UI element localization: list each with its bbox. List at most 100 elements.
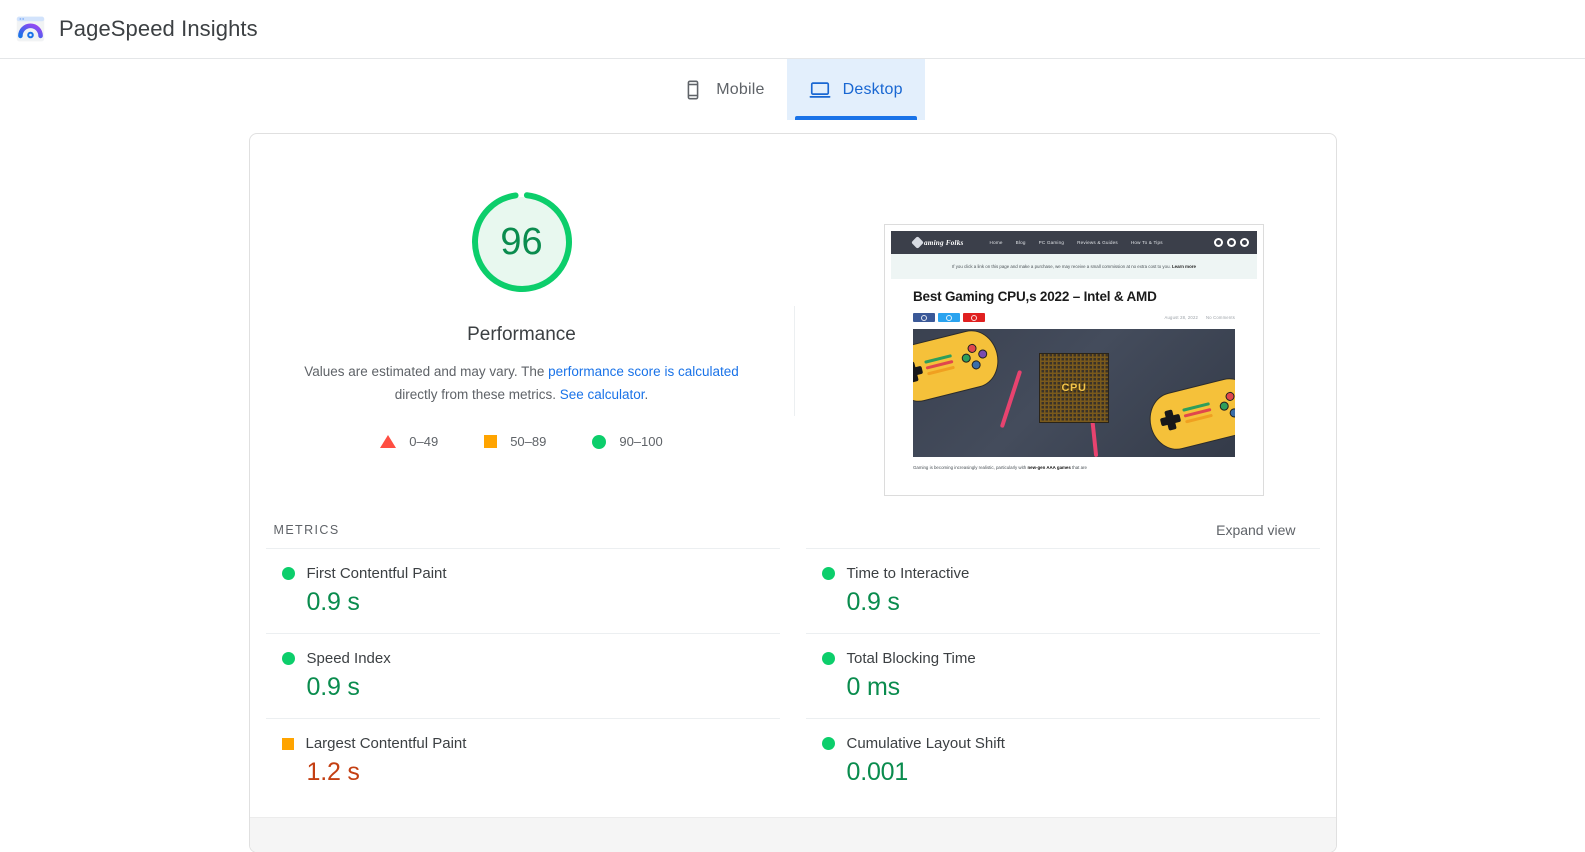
page-screenshot-thumbnail[interactable]: aming Folks Home Blog PC Gaming Reviews … bbox=[884, 224, 1264, 496]
tab-desktop[interactable]: Desktop bbox=[786, 59, 925, 120]
circle-icon bbox=[592, 434, 607, 449]
metric-value: 0.001 bbox=[846, 758, 909, 786]
preview-body-excerpt: Gaming is becoming increasingly realisti… bbox=[891, 457, 1257, 471]
legend-item-poor: 0–49 bbox=[380, 434, 438, 449]
metrics-grid: First Contentful Paint 0.9 s Speed Index… bbox=[250, 548, 1336, 803]
metric-value: 0.9 s bbox=[306, 588, 360, 616]
see-calculator-link[interactable]: See calculator bbox=[560, 387, 645, 402]
preview-site-logo-text: aming Folks bbox=[924, 238, 964, 247]
metric-row[interactable]: First Contentful Paint 0.9 s bbox=[265, 548, 780, 633]
preview-post-meta: August 28, 2022 No Comments bbox=[913, 313, 1235, 322]
strategy-tabs: Mobile Desktop bbox=[0, 59, 1585, 120]
status-circle-icon bbox=[821, 737, 835, 750]
preview-site-nav: aming Folks Home Blog PC Gaming Reviews … bbox=[891, 231, 1257, 254]
preview-affiliate-notice: If you click a link on this page and mak… bbox=[891, 254, 1257, 279]
expand-view-button[interactable]: Expand view bbox=[1216, 522, 1295, 538]
metrics-section-title: METRICS bbox=[273, 523, 340, 537]
facebook-icon bbox=[1214, 238, 1223, 247]
square-icon bbox=[484, 435, 498, 448]
status-circle-icon bbox=[281, 652, 295, 665]
cpu-chip-label: CPU bbox=[1061, 381, 1087, 394]
legend-range-good: 90–100 bbox=[619, 434, 663, 449]
preview-post-comments: No Comments bbox=[1206, 315, 1235, 320]
tab-desktop-label: Desktop bbox=[842, 80, 903, 98]
performance-score: 96 bbox=[500, 220, 543, 263]
youtube-icon bbox=[1240, 238, 1249, 247]
cpu-chip-graphic: CPU bbox=[1039, 352, 1109, 423]
legend-item-good: 90–100 bbox=[592, 434, 663, 449]
preview-affiliate-link: Learn more bbox=[1171, 264, 1196, 269]
preview-hero-image: CPU bbox=[913, 329, 1235, 457]
mobile-phone-icon bbox=[682, 79, 704, 101]
score-description-prefix: Values are estimated and may vary. The bbox=[304, 364, 549, 379]
preview-affiliate-text: If you click a link on this page and mak… bbox=[952, 264, 1171, 269]
preview-nav-link-reviews: Reviews & Guides bbox=[1077, 240, 1118, 245]
status-square-icon bbox=[281, 737, 294, 750]
preview-excerpt-bold: new-gen AAA games bbox=[1027, 465, 1071, 470]
preview-excerpt-lead: Gaming is becoming increasingly realisti… bbox=[913, 465, 1028, 470]
status-circle-icon bbox=[821, 652, 835, 665]
preview-nav-link-home: Home bbox=[989, 240, 1003, 245]
metric-row[interactable]: Largest Contentful Paint 1.2 s bbox=[265, 718, 780, 803]
score-legend: 0–49 50–89 90–100 bbox=[380, 434, 663, 449]
preview-nav-link-how-to: How To & Tips bbox=[1130, 240, 1163, 245]
status-circle-icon bbox=[821, 567, 835, 580]
logo-mark-icon bbox=[911, 236, 924, 249]
preview-headline: Best Gaming CPU,s 2022 – Intel & AMD bbox=[913, 289, 1157, 304]
metric-name: Cumulative Layout Shift bbox=[846, 735, 1005, 752]
preview-share-buttons bbox=[913, 313, 985, 322]
metric-value: 1.2 s bbox=[306, 758, 360, 786]
gamepad-left-icon bbox=[913, 329, 1005, 408]
pagespeed-logo-icon bbox=[14, 13, 47, 46]
metric-name: First Contentful Paint bbox=[306, 565, 447, 582]
metric-row[interactable]: Time to Interactive 0.9 s bbox=[805, 548, 1320, 633]
share-twitter-icon bbox=[938, 313, 960, 322]
metric-name: Speed Index bbox=[306, 650, 391, 667]
twitter-icon bbox=[1227, 238, 1236, 247]
performance-summary: 96 Performance Values are estimated and … bbox=[250, 186, 794, 449]
score-description-suffix: . bbox=[644, 387, 649, 402]
metric-name: Total Blocking Time bbox=[846, 650, 976, 667]
preview-nav-link-pc-gaming: PC Gaming bbox=[1038, 240, 1065, 245]
preview-social-icons bbox=[1214, 238, 1249, 247]
preview-post-date: August 28, 2022 bbox=[1164, 315, 1199, 320]
controller-cord-left bbox=[999, 369, 1023, 429]
app-header: PageSpeed Insights bbox=[0, 0, 1585, 59]
gamepad-right-icon bbox=[1143, 372, 1235, 456]
metric-value: 0.9 s bbox=[846, 588, 900, 616]
score-description-middle: directly from these metrics. bbox=[394, 387, 560, 402]
summary-area: 96 Performance Values are estimated and … bbox=[250, 134, 1336, 496]
share-facebook-icon bbox=[913, 313, 935, 322]
preview-excerpt-tail: that are bbox=[1070, 465, 1087, 470]
score-description: Values are estimated and may vary. The p… bbox=[296, 360, 748, 406]
triangle-icon bbox=[380, 435, 397, 448]
desktop-monitor-icon bbox=[809, 79, 831, 101]
metric-value: 0 ms bbox=[846, 673, 901, 701]
metrics-column-left: First Contentful Paint 0.9 s Speed Index… bbox=[265, 548, 780, 803]
metric-row[interactable]: Speed Index 0.9 s bbox=[265, 633, 780, 718]
preview-site-logo: aming Folks bbox=[911, 236, 964, 249]
performance-gauge: 96 bbox=[466, 186, 578, 298]
preview-nav-links: Home Blog PC Gaming Reviews & Guides How… bbox=[990, 240, 1163, 245]
page-title: PageSpeed Insights bbox=[59, 16, 258, 41]
performance-score-link[interactable]: performance score is calculated bbox=[548, 364, 739, 379]
performance-category-label: Performance bbox=[467, 324, 576, 345]
tab-mobile[interactable]: Mobile bbox=[660, 59, 786, 120]
preview-nav-link-blog: Blog bbox=[1015, 240, 1026, 245]
metric-row[interactable]: Total Blocking Time 0 ms bbox=[805, 633, 1320, 718]
report-card: 96 Performance Values are estimated and … bbox=[248, 133, 1337, 852]
page-screenshot-panel: aming Folks Home Blog PC Gaming Reviews … bbox=[795, 186, 1336, 496]
legend-item-average: 50–89 bbox=[484, 434, 546, 449]
section-divider-strip bbox=[249, 817, 1336, 852]
share-pinterest-icon bbox=[963, 313, 985, 322]
metric-row[interactable]: Cumulative Layout Shift 0.001 bbox=[805, 718, 1320, 803]
metric-name: Time to Interactive bbox=[846, 565, 970, 582]
metric-name: Largest Contentful Paint bbox=[305, 735, 467, 752]
metric-value: 0.9 s bbox=[306, 673, 360, 701]
metrics-column-right: Time to Interactive 0.9 s Total Blocking… bbox=[805, 548, 1320, 803]
tab-mobile-label: Mobile bbox=[716, 80, 765, 98]
metrics-header: METRICS Expand view bbox=[266, 496, 1320, 548]
status-circle-icon bbox=[281, 567, 295, 580]
legend-range-poor: 0–49 bbox=[409, 434, 439, 449]
legend-range-average: 50–89 bbox=[510, 434, 547, 449]
